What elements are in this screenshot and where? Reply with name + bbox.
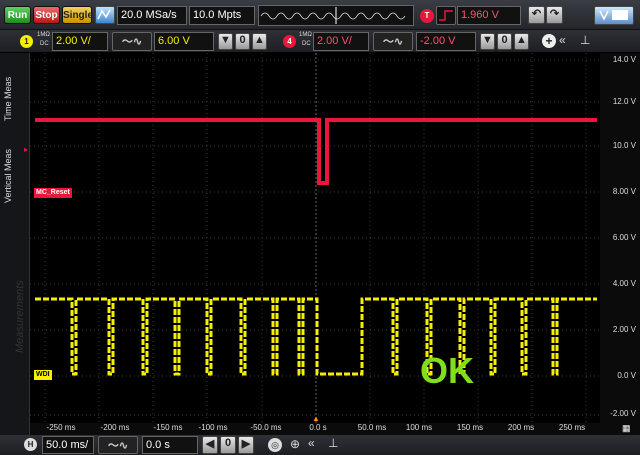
channel4-coupling: DC [302, 41, 311, 47]
add-channel-icon[interactable]: + [542, 34, 556, 48]
channel4-zero-icon[interactable]: 0 [497, 33, 512, 50]
channel4-scale-field[interactable]: 2.00 V/ [313, 32, 369, 51]
trigger-position-marker: ▲ [312, 414, 320, 423]
redo-icon[interactable]: ↷ [546, 6, 563, 24]
channel1-offset-field[interactable]: 6.00 V [154, 32, 214, 51]
memory-depth-field: 10.0 Mpts [189, 6, 255, 25]
delay-field[interactable]: 0.0 s [142, 436, 198, 454]
bottom-pin-icon[interactable]: ⊥ [328, 436, 338, 450]
x-label: 50.0 ms [357, 423, 387, 432]
zoom-icon[interactable]: ⊕ [290, 437, 300, 451]
trigger-channel-badge[interactable]: T [420, 9, 434, 23]
top-toolbar: Run Stop Single 20.0 MSa/s 10.0 Mpts T 1… [0, 0, 640, 30]
pin-icon[interactable]: ⊥ [580, 33, 590, 47]
channel-toolbar: 1 1MΩ DC 2.00 V/ 〜∿ 6.00 V ▼ 0 ▲ 4 1MΩ D… [0, 30, 640, 53]
channel4-up-icon[interactable]: ▲ [514, 33, 529, 50]
horizontal-toolbar: H 50.0 ms/ 〜∿ 0.0 s ◀ 0 ▶ ◎ ⊕ « ⊥ [0, 435, 640, 455]
channel1-impedance: 1MΩ [37, 32, 50, 38]
y-label: 14.0 V [612, 55, 636, 64]
run-button[interactable]: Run [4, 6, 31, 24]
autoscale-icon[interactable] [95, 6, 115, 24]
y-label: -2.00 V [610, 409, 636, 418]
scroll-indicator-icon[interactable]: ▦ [622, 423, 631, 434]
channel1-down-icon[interactable]: ▼ [218, 33, 233, 50]
x-label: 200 ms [507, 423, 535, 432]
channel4-offset-field[interactable]: -2.00 V [416, 32, 476, 51]
y-label: 12.0 V [612, 97, 636, 106]
x-label: 150 ms [456, 423, 484, 432]
channel4-scale-stepper-icon[interactable]: 〜∿ [373, 32, 413, 51]
delay-right-icon[interactable]: ▶ [238, 436, 254, 454]
scope-display[interactable]: OK [30, 53, 600, 423]
measurement-sidebar: Time Meas Vertical Meas Measurements [0, 53, 30, 435]
channel1-trace-label: WDI [34, 370, 52, 380]
channel1-zero-icon[interactable]: 0 [235, 33, 250, 50]
sample-rate-field: 20.0 MSa/s [117, 6, 187, 25]
trigger-edge-icon[interactable] [436, 6, 456, 25]
x-label: 100 ms [405, 423, 433, 432]
channel1-badge[interactable]: 1 [20, 35, 33, 48]
ok-indicator: OK [420, 350, 474, 391]
channel1-coupling: DC [40, 41, 49, 47]
measurements-watermark: Measurements [14, 280, 26, 353]
x-label: -100 ms [198, 423, 228, 432]
x-label: 250 ms [558, 423, 586, 432]
delay-zero-icon[interactable]: 0 [220, 436, 236, 454]
y-label: 8.00 V [612, 187, 636, 196]
x-label: -250 ms [46, 423, 76, 432]
channel4-down-icon[interactable]: ▼ [480, 33, 495, 50]
horizontal-badge[interactable]: H [24, 438, 37, 451]
y-label: 10.0 V [612, 141, 636, 150]
channel1-up-icon[interactable]: ▲ [252, 33, 267, 50]
toolbar-menu-icon[interactable] [594, 6, 634, 25]
undo-icon[interactable]: ↶ [528, 6, 545, 24]
x-label: -50.0 ms [250, 423, 282, 432]
channel4-impedance: 1MΩ [299, 32, 312, 38]
timebase-field[interactable]: 50.0 ms/ [42, 436, 94, 454]
timebase-stepper-icon[interactable]: 〜∿ [98, 436, 138, 454]
y-label: 2.00 V [612, 325, 636, 334]
single-button[interactable]: Single [62, 6, 93, 24]
y-label: 4.00 V [612, 279, 636, 288]
trigger-level-field[interactable]: 1.960 V [457, 6, 521, 25]
y-label: 0.0 V [617, 371, 636, 380]
bottom-collapse-icon[interactable]: « [308, 436, 315, 450]
channel1-scale-field[interactable]: 2.00 V/ [52, 32, 108, 51]
x-label: -200 ms [100, 423, 130, 432]
y-label: 6.00 V [612, 233, 636, 242]
tab-time-meas[interactable]: Time Meas [3, 55, 17, 121]
x-label: 0.0 s [309, 423, 327, 432]
stop-button[interactable]: Stop [33, 6, 60, 24]
channel1-scale-stepper-icon[interactable]: 〜∿ [112, 32, 152, 51]
waveform-overview[interactable] [258, 5, 414, 26]
channel4-badge[interactable]: 4 [283, 35, 296, 48]
reference-icon[interactable]: ◎ [268, 438, 282, 452]
collapse-icon[interactable]: « [559, 33, 566, 47]
x-label: -150 ms [153, 423, 183, 432]
channel4-ground-marker: ▸ [24, 145, 29, 154]
channel4-trace-label: MC_Reset [34, 188, 72, 198]
delay-left-icon[interactable]: ◀ [202, 436, 218, 454]
tab-vertical-meas[interactable]: Vertical Meas [3, 125, 17, 203]
